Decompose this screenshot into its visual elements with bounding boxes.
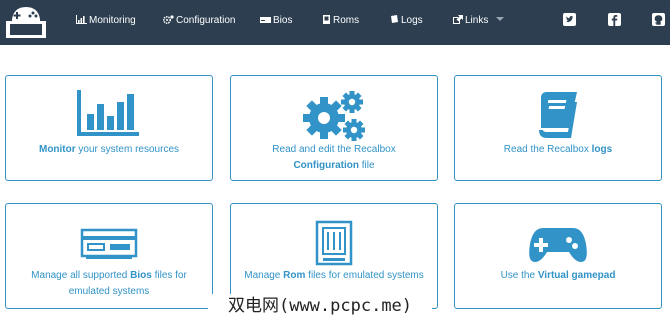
navbar: Monitoring Configuration Bios Roms Logs … [0,0,670,45]
console-icon [80,228,138,259]
card-logs-text: Read the Recalbox logs [503,144,613,155]
nav-links[interactable]: Links [453,0,506,41]
cartridge-icon [323,15,330,24]
nav-monitoring[interactable]: Monitoring [76,0,136,41]
caret-down-icon [496,17,505,21]
card-bios-text: Manage all supported Bios files for emul… [31,270,187,297]
watermark-text: 双电网(www.pcpc.me) [208,294,432,318]
card-configuration-text: Read and edit the Recalbox Configuration … [272,144,396,171]
gamepad-logo-icon[interactable] [4,3,48,41]
bar-chart-icon [77,90,139,136]
cogs-icon [162,15,174,25]
card-monitoring[interactable]: Monitor your system resources [5,75,213,181]
facebook-icon[interactable] [608,13,621,26]
external-link-icon [453,15,463,24]
nav-roms[interactable]: Roms [323,0,359,41]
book-icon [539,92,577,138]
nav-monitoring-label: Monitoring [89,15,136,26]
twitter-icon[interactable] [563,13,576,26]
card-gamepad[interactable]: Use the Virtual gamepad [454,203,662,309]
nav-bios-label: Bios [273,15,293,26]
nav-bios[interactable]: Bios [260,0,292,41]
cartridge-icon [315,220,353,266]
card-configuration[interactable]: Read and edit the Recalbox Configuration … [230,75,438,181]
nav-configuration-label: Configuration [176,15,236,26]
nav-logs-label: Logs [401,15,423,26]
card-monitoring-text: Monitor your system resources [38,144,180,155]
card-bios[interactable]: Manage all supported Bios files for emul… [5,203,213,309]
nav-logs[interactable]: Logs [390,0,423,41]
gamepad-icon [529,228,587,262]
card-gamepad-text: Use the Virtual gamepad [500,270,616,281]
nav-links-label: Links [465,15,489,26]
bar-chart-icon [76,15,87,24]
cogs-icon [303,91,365,141]
nav-configuration[interactable]: Configuration [162,0,236,41]
book-icon [391,15,398,23]
card-roms-text: Manage Rom files for emulated systems [244,270,424,281]
nav-roms-label: Roms [333,15,360,26]
console-icon [260,17,271,23]
card-logs[interactable]: Read the Recalbox logs [454,75,662,181]
github-icon[interactable] [652,13,665,26]
